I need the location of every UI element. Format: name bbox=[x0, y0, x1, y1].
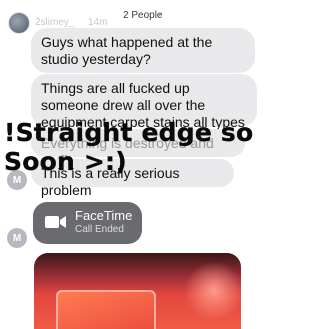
story-avatar[interactable] bbox=[8, 12, 30, 34]
story-header: 2slimey_ 14m 2 People › bbox=[0, 0, 300, 34]
facetime-call-bubble[interactable]: FaceTime Call Ended bbox=[33, 202, 142, 244]
message-bubble: Guys what happened at the studio yesterd… bbox=[31, 28, 255, 73]
photo-object bbox=[56, 290, 156, 329]
photo-glow bbox=[184, 261, 241, 321]
chevron-right-icon[interactable]: › bbox=[158, 9, 161, 20]
video-camera-icon bbox=[45, 216, 66, 228]
story-username[interactable]: 2slimey_ bbox=[35, 17, 74, 28]
facetime-status: Call Ended bbox=[75, 224, 124, 235]
sender-avatar: M bbox=[7, 228, 27, 248]
conversation-title[interactable]: 2 People bbox=[123, 10, 162, 21]
story-time: 14m bbox=[88, 17, 108, 28]
story-overlay-text: !Straight edge so Soon >:) bbox=[4, 118, 254, 176]
photo-attachment[interactable] bbox=[34, 253, 241, 329]
facetime-title: FaceTime bbox=[75, 208, 133, 223]
